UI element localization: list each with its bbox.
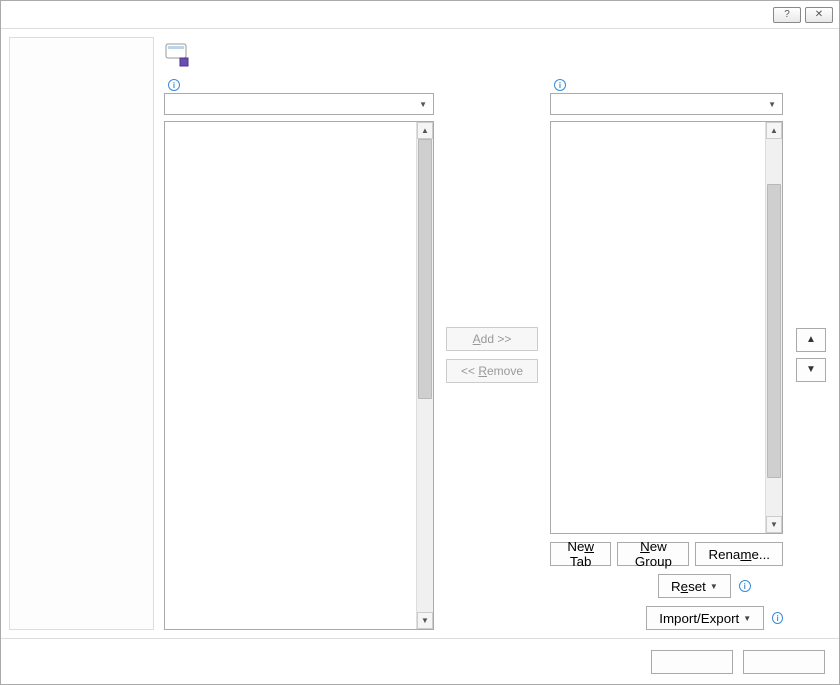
scroll-thumb[interactable] [767,184,781,478]
cancel-button[interactable] [743,650,825,674]
import-export-dropdown[interactable]: Import/Export▼ [646,606,764,630]
add-button[interactable]: Add >> [446,327,538,351]
ok-button[interactable] [651,650,733,674]
info-icon[interactable]: i [772,612,783,624]
scroll-up-button[interactable]: ▲ [766,122,782,139]
new-tab-button[interactable]: New Tab [550,542,611,566]
scroll-track[interactable] [417,139,433,612]
commands-column: i ▼ ▲ ▼ [164,79,434,630]
tab-group-buttons: New Tab New Group Rename... [550,542,783,566]
right-pane: i ▼ ▲ ▼ [164,37,831,630]
commands-list[interactable] [165,122,416,629]
scroll-thumb[interactable] [418,139,432,399]
choose-commands-dropdown[interactable]: ▼ [164,93,434,115]
scrollbar: ▲ ▼ [416,122,433,629]
titlebar: ? ✕ [1,1,839,29]
options-dialog: ? ✕ i [0,0,840,685]
choose-commands-label: i [164,79,434,91]
info-icon[interactable]: i [739,580,751,592]
import-export-row: Import/Export▼ i [550,606,783,630]
customize-ribbon-icon [164,41,190,67]
remove-button[interactable]: << Remove [446,359,538,383]
dialog-body: i ▼ ▲ ▼ [1,29,839,638]
new-group-button[interactable]: New Group [617,542,689,566]
chevron-down-icon: ▼ [419,100,427,109]
info-icon[interactable]: i [554,79,566,91]
help-button[interactable]: ? [773,7,801,23]
reorder-buttons: ▲ ▼ [791,79,831,630]
chevron-down-icon: ▼ [768,100,776,109]
customizations-row: Reset▼ i [550,574,783,598]
move-down-button[interactable]: ▼ [796,358,826,382]
reset-dropdown[interactable]: Reset▼ [658,574,731,598]
ribbon-tree-box: ▲ ▼ [550,121,783,534]
scroll-up-button[interactable]: ▲ [417,122,433,139]
scrollbar: ▲ ▼ [765,122,782,533]
header-row [164,41,831,67]
scroll-track[interactable] [766,139,782,516]
close-button[interactable]: ✕ [805,7,833,23]
scroll-down-button[interactable]: ▼ [417,612,433,629]
ribbon-column: i ▼ ▲ ▼ [550,79,783,630]
category-list [9,37,154,630]
move-up-button[interactable]: ▲ [796,328,826,352]
scroll-down-button[interactable]: ▼ [766,516,782,533]
ribbon-scope-dropdown[interactable]: ▼ [550,93,783,115]
commands-listbox: ▲ ▼ [164,121,434,630]
customize-ribbon-label: i [550,79,783,91]
ribbon-tree[interactable] [551,122,765,533]
dialog-footer [1,638,839,684]
info-icon[interactable]: i [168,79,180,91]
two-column-area: i ▼ ▲ ▼ [164,79,831,630]
transfer-buttons: Add >> << Remove [442,79,542,630]
rename-button[interactable]: Rename... [695,542,783,566]
